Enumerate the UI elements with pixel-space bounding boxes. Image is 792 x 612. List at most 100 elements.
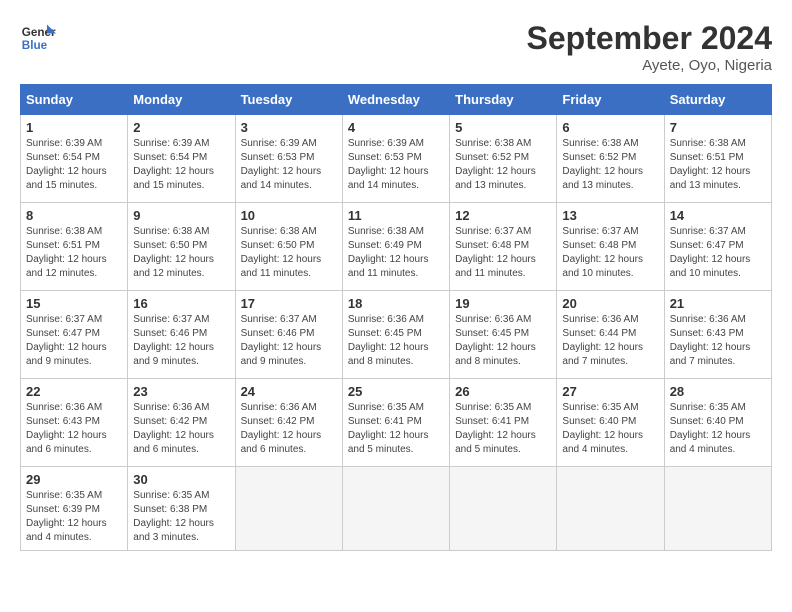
calendar-day-cell: 12 Sunrise: 6:37 AM Sunset: 6:48 PM Dayl…: [450, 203, 557, 291]
calendar-week-row: 15 Sunrise: 6:37 AM Sunset: 6:47 PM Dayl…: [21, 291, 772, 379]
calendar-day-cell: 2 Sunrise: 6:39 AM Sunset: 6:54 PM Dayli…: [128, 115, 235, 203]
calendar-day-cell: 19 Sunrise: 6:36 AM Sunset: 6:45 PM Dayl…: [450, 291, 557, 379]
header-friday: Friday: [557, 85, 664, 115]
day-number: 6: [562, 120, 658, 135]
day-number: 20: [562, 296, 658, 311]
day-number: 30: [133, 472, 229, 487]
calendar-day-cell: 22 Sunrise: 6:36 AM Sunset: 6:43 PM Dayl…: [21, 379, 128, 467]
day-info: Sunrise: 6:35 AM Sunset: 6:40 PM Dayligh…: [670, 401, 766, 457]
day-number: 8: [26, 208, 122, 223]
day-number: 29: [26, 472, 122, 487]
calendar-day-cell: 9 Sunrise: 6:38 AM Sunset: 6:50 PM Dayli…: [128, 203, 235, 291]
calendar-week-row: 8 Sunrise: 6:38 AM Sunset: 6:51 PM Dayli…: [21, 203, 772, 291]
day-info: Sunrise: 6:35 AM Sunset: 6:39 PM Dayligh…: [26, 489, 122, 545]
day-info: Sunrise: 6:37 AM Sunset: 6:46 PM Dayligh…: [241, 313, 337, 369]
calendar-day-cell: 28 Sunrise: 6:35 AM Sunset: 6:40 PM Dayl…: [664, 379, 771, 467]
day-info: Sunrise: 6:36 AM Sunset: 6:45 PM Dayligh…: [455, 313, 551, 369]
day-number: 19: [455, 296, 551, 311]
day-number: 24: [241, 384, 337, 399]
day-number: 25: [348, 384, 444, 399]
day-info: Sunrise: 6:39 AM Sunset: 6:54 PM Dayligh…: [133, 137, 229, 193]
day-number: 11: [348, 208, 444, 223]
day-info: Sunrise: 6:35 AM Sunset: 6:41 PM Dayligh…: [455, 401, 551, 457]
day-number: 28: [670, 384, 766, 399]
day-info: Sunrise: 6:36 AM Sunset: 6:43 PM Dayligh…: [26, 401, 122, 457]
location: Ayete, Oyo, Nigeria: [527, 57, 772, 74]
day-info: Sunrise: 6:38 AM Sunset: 6:49 PM Dayligh…: [348, 225, 444, 281]
day-info: Sunrise: 6:37 AM Sunset: 6:48 PM Dayligh…: [455, 225, 551, 281]
calendar-day-cell: 30 Sunrise: 6:35 AM Sunset: 6:38 PM Dayl…: [128, 467, 235, 551]
day-info: Sunrise: 6:37 AM Sunset: 6:46 PM Dayligh…: [133, 313, 229, 369]
header-sunday: Sunday: [21, 85, 128, 115]
calendar-day-cell: 13 Sunrise: 6:37 AM Sunset: 6:48 PM Dayl…: [557, 203, 664, 291]
calendar-day-cell: [450, 467, 557, 551]
day-info: Sunrise: 6:37 AM Sunset: 6:48 PM Dayligh…: [562, 225, 658, 281]
calendar-day-cell: 11 Sunrise: 6:38 AM Sunset: 6:49 PM Dayl…: [342, 203, 449, 291]
calendar-day-cell: 5 Sunrise: 6:38 AM Sunset: 6:52 PM Dayli…: [450, 115, 557, 203]
day-info: Sunrise: 6:35 AM Sunset: 6:38 PM Dayligh…: [133, 489, 229, 545]
calendar-day-cell: 3 Sunrise: 6:39 AM Sunset: 6:53 PM Dayli…: [235, 115, 342, 203]
day-info: Sunrise: 6:36 AM Sunset: 6:42 PM Dayligh…: [133, 401, 229, 457]
header-saturday: Saturday: [664, 85, 771, 115]
calendar-day-cell: 26 Sunrise: 6:35 AM Sunset: 6:41 PM Dayl…: [450, 379, 557, 467]
day-info: Sunrise: 6:36 AM Sunset: 6:44 PM Dayligh…: [562, 313, 658, 369]
day-number: 21: [670, 296, 766, 311]
day-number: 15: [26, 296, 122, 311]
header-wednesday: Wednesday: [342, 85, 449, 115]
day-number: 23: [133, 384, 229, 399]
day-info: Sunrise: 6:37 AM Sunset: 6:47 PM Dayligh…: [26, 313, 122, 369]
day-info: Sunrise: 6:36 AM Sunset: 6:45 PM Dayligh…: [348, 313, 444, 369]
day-number: 7: [670, 120, 766, 135]
day-info: Sunrise: 6:39 AM Sunset: 6:53 PM Dayligh…: [348, 137, 444, 193]
day-info: Sunrise: 6:36 AM Sunset: 6:43 PM Dayligh…: [670, 313, 766, 369]
calendar-day-cell: 14 Sunrise: 6:37 AM Sunset: 6:47 PM Dayl…: [664, 203, 771, 291]
day-info: Sunrise: 6:36 AM Sunset: 6:42 PM Dayligh…: [241, 401, 337, 457]
calendar-day-cell: 24 Sunrise: 6:36 AM Sunset: 6:42 PM Dayl…: [235, 379, 342, 467]
header-monday: Monday: [128, 85, 235, 115]
day-info: Sunrise: 6:38 AM Sunset: 6:51 PM Dayligh…: [26, 225, 122, 281]
calendar-day-cell: 15 Sunrise: 6:37 AM Sunset: 6:47 PM Dayl…: [21, 291, 128, 379]
calendar-day-cell: 25 Sunrise: 6:35 AM Sunset: 6:41 PM Dayl…: [342, 379, 449, 467]
calendar-day-cell: 7 Sunrise: 6:38 AM Sunset: 6:51 PM Dayli…: [664, 115, 771, 203]
calendar-day-cell: 8 Sunrise: 6:38 AM Sunset: 6:51 PM Dayli…: [21, 203, 128, 291]
day-number: 17: [241, 296, 337, 311]
day-number: 12: [455, 208, 551, 223]
calendar-day-cell: 16 Sunrise: 6:37 AM Sunset: 6:46 PM Dayl…: [128, 291, 235, 379]
calendar-table: Sunday Monday Tuesday Wednesday Thursday…: [20, 84, 772, 551]
month-title: September 2024: [527, 20, 772, 57]
calendar-day-cell: 4 Sunrise: 6:39 AM Sunset: 6:53 PM Dayli…: [342, 115, 449, 203]
header-thursday: Thursday: [450, 85, 557, 115]
header-tuesday: Tuesday: [235, 85, 342, 115]
calendar-day-cell: [557, 467, 664, 551]
calendar-day-cell: 27 Sunrise: 6:35 AM Sunset: 6:40 PM Dayl…: [557, 379, 664, 467]
weekday-header-row: Sunday Monday Tuesday Wednesday Thursday…: [21, 85, 772, 115]
page-header: General Blue September 2024 Ayete, Oyo, …: [20, 20, 772, 74]
day-number: 27: [562, 384, 658, 399]
calendar-day-cell: 29 Sunrise: 6:35 AM Sunset: 6:39 PM Dayl…: [21, 467, 128, 551]
calendar-day-cell: [235, 467, 342, 551]
calendar-day-cell: 17 Sunrise: 6:37 AM Sunset: 6:46 PM Dayl…: [235, 291, 342, 379]
day-info: Sunrise: 6:35 AM Sunset: 6:41 PM Dayligh…: [348, 401, 444, 457]
day-number: 3: [241, 120, 337, 135]
calendar-week-row: 29 Sunrise: 6:35 AM Sunset: 6:39 PM Dayl…: [21, 467, 772, 551]
day-number: 13: [562, 208, 658, 223]
calendar-day-cell: [342, 467, 449, 551]
logo-icon: General Blue: [20, 20, 56, 56]
calendar-day-cell: 6 Sunrise: 6:38 AM Sunset: 6:52 PM Dayli…: [557, 115, 664, 203]
calendar-day-cell: 23 Sunrise: 6:36 AM Sunset: 6:42 PM Dayl…: [128, 379, 235, 467]
day-number: 5: [455, 120, 551, 135]
day-number: 1: [26, 120, 122, 135]
day-info: Sunrise: 6:35 AM Sunset: 6:40 PM Dayligh…: [562, 401, 658, 457]
svg-text:Blue: Blue: [22, 39, 48, 52]
day-info: Sunrise: 6:38 AM Sunset: 6:52 PM Dayligh…: [562, 137, 658, 193]
calendar-week-row: 1 Sunrise: 6:39 AM Sunset: 6:54 PM Dayli…: [21, 115, 772, 203]
day-info: Sunrise: 6:38 AM Sunset: 6:51 PM Dayligh…: [670, 137, 766, 193]
day-number: 18: [348, 296, 444, 311]
calendar-day-cell: 21 Sunrise: 6:36 AM Sunset: 6:43 PM Dayl…: [664, 291, 771, 379]
day-number: 2: [133, 120, 229, 135]
day-info: Sunrise: 6:39 AM Sunset: 6:53 PM Dayligh…: [241, 137, 337, 193]
calendar-day-cell: 10 Sunrise: 6:38 AM Sunset: 6:50 PM Dayl…: [235, 203, 342, 291]
day-number: 4: [348, 120, 444, 135]
day-number: 26: [455, 384, 551, 399]
calendar-week-row: 22 Sunrise: 6:36 AM Sunset: 6:43 PM Dayl…: [21, 379, 772, 467]
